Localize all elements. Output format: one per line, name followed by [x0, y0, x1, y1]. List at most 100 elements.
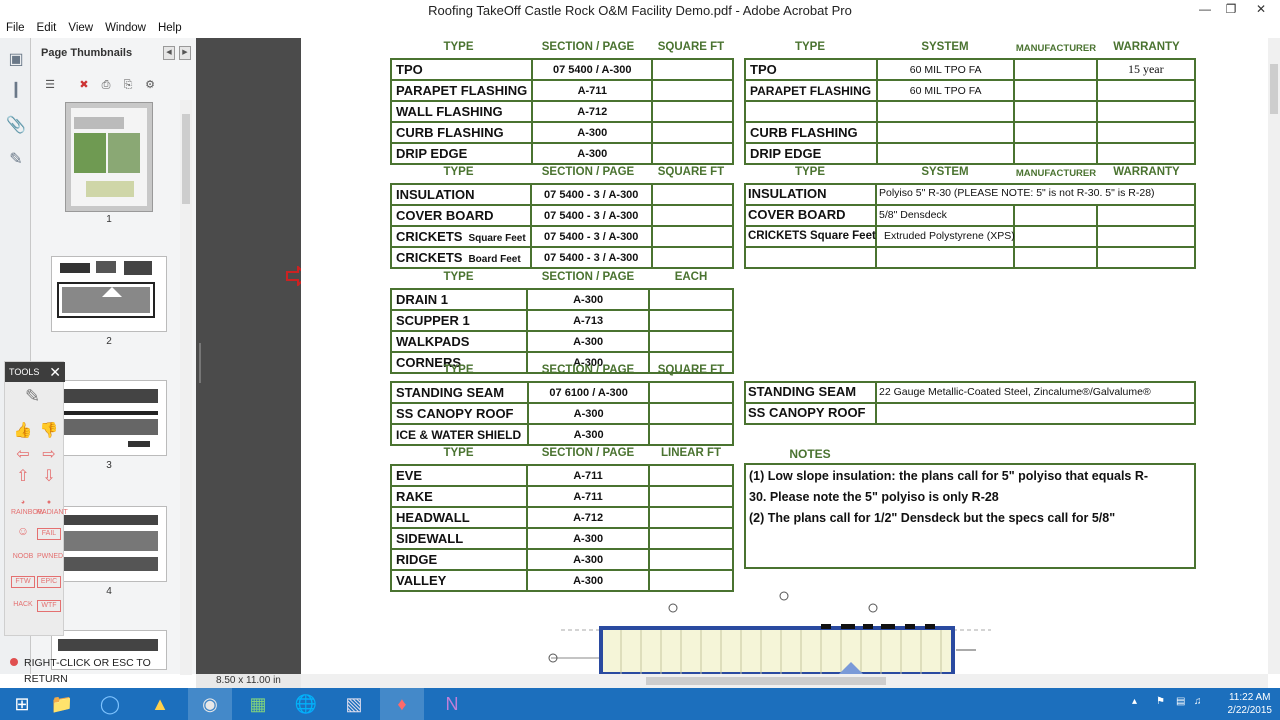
system-cell[interactable]: 60 MIL TPO FA [875, 58, 1016, 81]
document-scroll-thumb[interactable] [1270, 64, 1278, 114]
qty-cell[interactable] [647, 485, 735, 508]
onenote-icon[interactable]: N [430, 688, 474, 720]
pwned-stamp[interactable]: PWNED [37, 552, 63, 562]
menu-view[interactable]: View [62, 21, 99, 34]
page-thumbnails-icon[interactable]: ▣ [6, 50, 26, 70]
rainbow-stamp[interactable]: ◕ RAINBOW [11, 498, 44, 518]
splitter-grip[interactable] [199, 343, 201, 383]
system-cell[interactable]: 60 MIL TPO FA [875, 79, 1016, 102]
menu-window[interactable]: Window [99, 21, 152, 34]
internet-explorer-icon[interactable]: ◯ [88, 688, 132, 720]
warranty-cell[interactable] [1095, 121, 1197, 144]
qty-cell[interactable] [647, 569, 735, 592]
collapse-left-icon[interactable]: ◀ [163, 46, 175, 60]
insulation-system[interactable]: Polyiso 5" R-30 (PLEASE NOTE: 5" is not … [879, 187, 1155, 199]
chrome-icon[interactable]: ◉ [188, 688, 232, 720]
forward-stamp[interactable]: ⇨ [37, 447, 61, 463]
qty-cell[interactable] [651, 79, 734, 102]
manufacturer-cell[interactable] [1013, 58, 1098, 81]
delete-pages-icon[interactable]: ✖ [75, 76, 93, 94]
qty-cell[interactable] [650, 204, 735, 227]
up-stamp[interactable]: ⇧ [11, 469, 35, 485]
options-menu-icon[interactable]: ☰ [41, 76, 59, 94]
warranty-cell[interactable] [1095, 79, 1197, 102]
network-icon[interactable]: ▤ [1176, 696, 1185, 707]
qty-cell[interactable] [651, 100, 734, 123]
qty-cell[interactable] [650, 246, 735, 269]
clock[interactable]: 11:22 AM 2/22/2015 [1228, 691, 1273, 717]
collapse-right-icon[interactable]: ▶ [179, 46, 191, 60]
google-earth-icon[interactable]: 🌐 [284, 688, 328, 720]
spreadsheet-icon[interactable]: ▦ [236, 688, 280, 720]
notes-box[interactable]: (1) Low slope insulation: the plans call… [744, 463, 1196, 569]
replace-pages-icon[interactable]: ⎘ [119, 76, 137, 94]
manufacturer-cell[interactable] [1013, 142, 1098, 165]
happy-stamp[interactable]: ☺ [11, 525, 35, 537]
qty-cell[interactable] [648, 381, 734, 404]
thumbs-down-stamp[interactable]: 👎 [37, 423, 61, 438]
maximize-icon[interactable]: ❐ [1218, 0, 1244, 20]
insert-pages-icon[interactable]: ⎙ [97, 76, 115, 94]
qty-cell[interactable] [650, 225, 735, 248]
document-vertical-scrollbar[interactable] [1268, 38, 1280, 674]
menu-file[interactable]: File [0, 21, 31, 34]
brush-icon[interactable]: ✎ [25, 386, 40, 407]
tray-arrow-icon[interactable]: ▴ [1132, 696, 1137, 707]
minimize-icon[interactable]: — [1192, 0, 1218, 20]
flag-icon[interactable]: ⚑ [1156, 696, 1165, 707]
menu-edit[interactable]: Edit [31, 21, 63, 34]
thumbs-up-stamp[interactable]: 👍 [11, 423, 35, 438]
pane-splitter[interactable] [196, 38, 301, 674]
standing-seam-system[interactable]: 22 Gauge Metallic-Coated Steel, Zincalum… [879, 386, 1151, 398]
thumbnails-scroll-thumb[interactable] [182, 114, 190, 204]
qty-cell[interactable] [651, 142, 734, 165]
document-horizontal-scrollbar[interactable] [301, 674, 1268, 688]
noob-stamp[interactable]: NOOB [11, 552, 35, 562]
cover-board-system[interactable]: 5/8" Densdeck [879, 209, 947, 221]
qty-cell[interactable] [647, 506, 735, 529]
horizontal-scroll-thumb[interactable] [646, 677, 886, 685]
radiant-stamp[interactable]: ● RADIANT [37, 498, 68, 518]
warranty-cell[interactable] [1095, 100, 1197, 123]
calculator-icon[interactable]: ▧ [332, 688, 376, 720]
qty-cell[interactable] [650, 183, 735, 206]
qty-cell[interactable] [647, 288, 735, 311]
warranty-cell[interactable] [1095, 142, 1197, 165]
acrobat-icon[interactable]: ♦ [380, 688, 424, 720]
page-properties-icon[interactable]: ⚙ [141, 76, 159, 94]
file-explorer-icon[interactable]: 📁 [40, 688, 84, 720]
qty-cell[interactable] [647, 464, 735, 487]
thumbnails-scrollbar[interactable] [180, 100, 192, 675]
start-icon[interactable]: ⊞ [0, 688, 44, 720]
system-cell[interactable] [875, 121, 1016, 144]
qty-cell[interactable] [647, 548, 735, 571]
qty-cell[interactable] [647, 527, 735, 550]
volume-icon[interactable]: ♫ [1194, 696, 1202, 707]
epic-stamp[interactable]: EPIC [37, 576, 61, 588]
system-cell[interactable] [875, 142, 1016, 165]
backward-stamp[interactable]: ⇦ [11, 447, 35, 463]
hack-stamp[interactable]: HACK [11, 600, 35, 610]
document-view[interactable]: TYPE SECTION / PAGE SQUARE FT TPO 07 5400… [301, 38, 1268, 674]
wtf-stamp[interactable]: WTF [37, 600, 61, 612]
qty-cell[interactable] [648, 423, 734, 446]
manufacturer-cell[interactable] [1013, 79, 1098, 102]
close-tools-icon[interactable]: ✕ [49, 362, 61, 382]
crickets-system[interactable]: Extruded Polystyrene (XPS) [884, 230, 1015, 242]
attachments-icon[interactable]: 📎 [6, 116, 26, 136]
google-drive-icon[interactable]: ▲ [138, 688, 182, 720]
down-stamp[interactable]: ⇩ [37, 469, 61, 485]
qty-cell[interactable] [651, 121, 734, 144]
qty-cell[interactable] [651, 58, 734, 81]
signatures-icon[interactable]: ✎ [6, 150, 26, 170]
qty-cell[interactable] [648, 402, 734, 425]
fail-stamp[interactable]: FAIL [37, 528, 61, 540]
menu-help[interactable]: Help [152, 21, 188, 34]
close-icon[interactable]: ✕ [1248, 0, 1274, 20]
qty-cell[interactable] [647, 309, 735, 332]
warranty-cell[interactable]: 15 year [1095, 58, 1197, 81]
system-cell[interactable] [875, 100, 1016, 123]
ftw-stamp[interactable]: FTW [11, 576, 35, 588]
qty-cell[interactable] [647, 330, 735, 353]
manufacturer-cell[interactable] [1013, 121, 1098, 144]
